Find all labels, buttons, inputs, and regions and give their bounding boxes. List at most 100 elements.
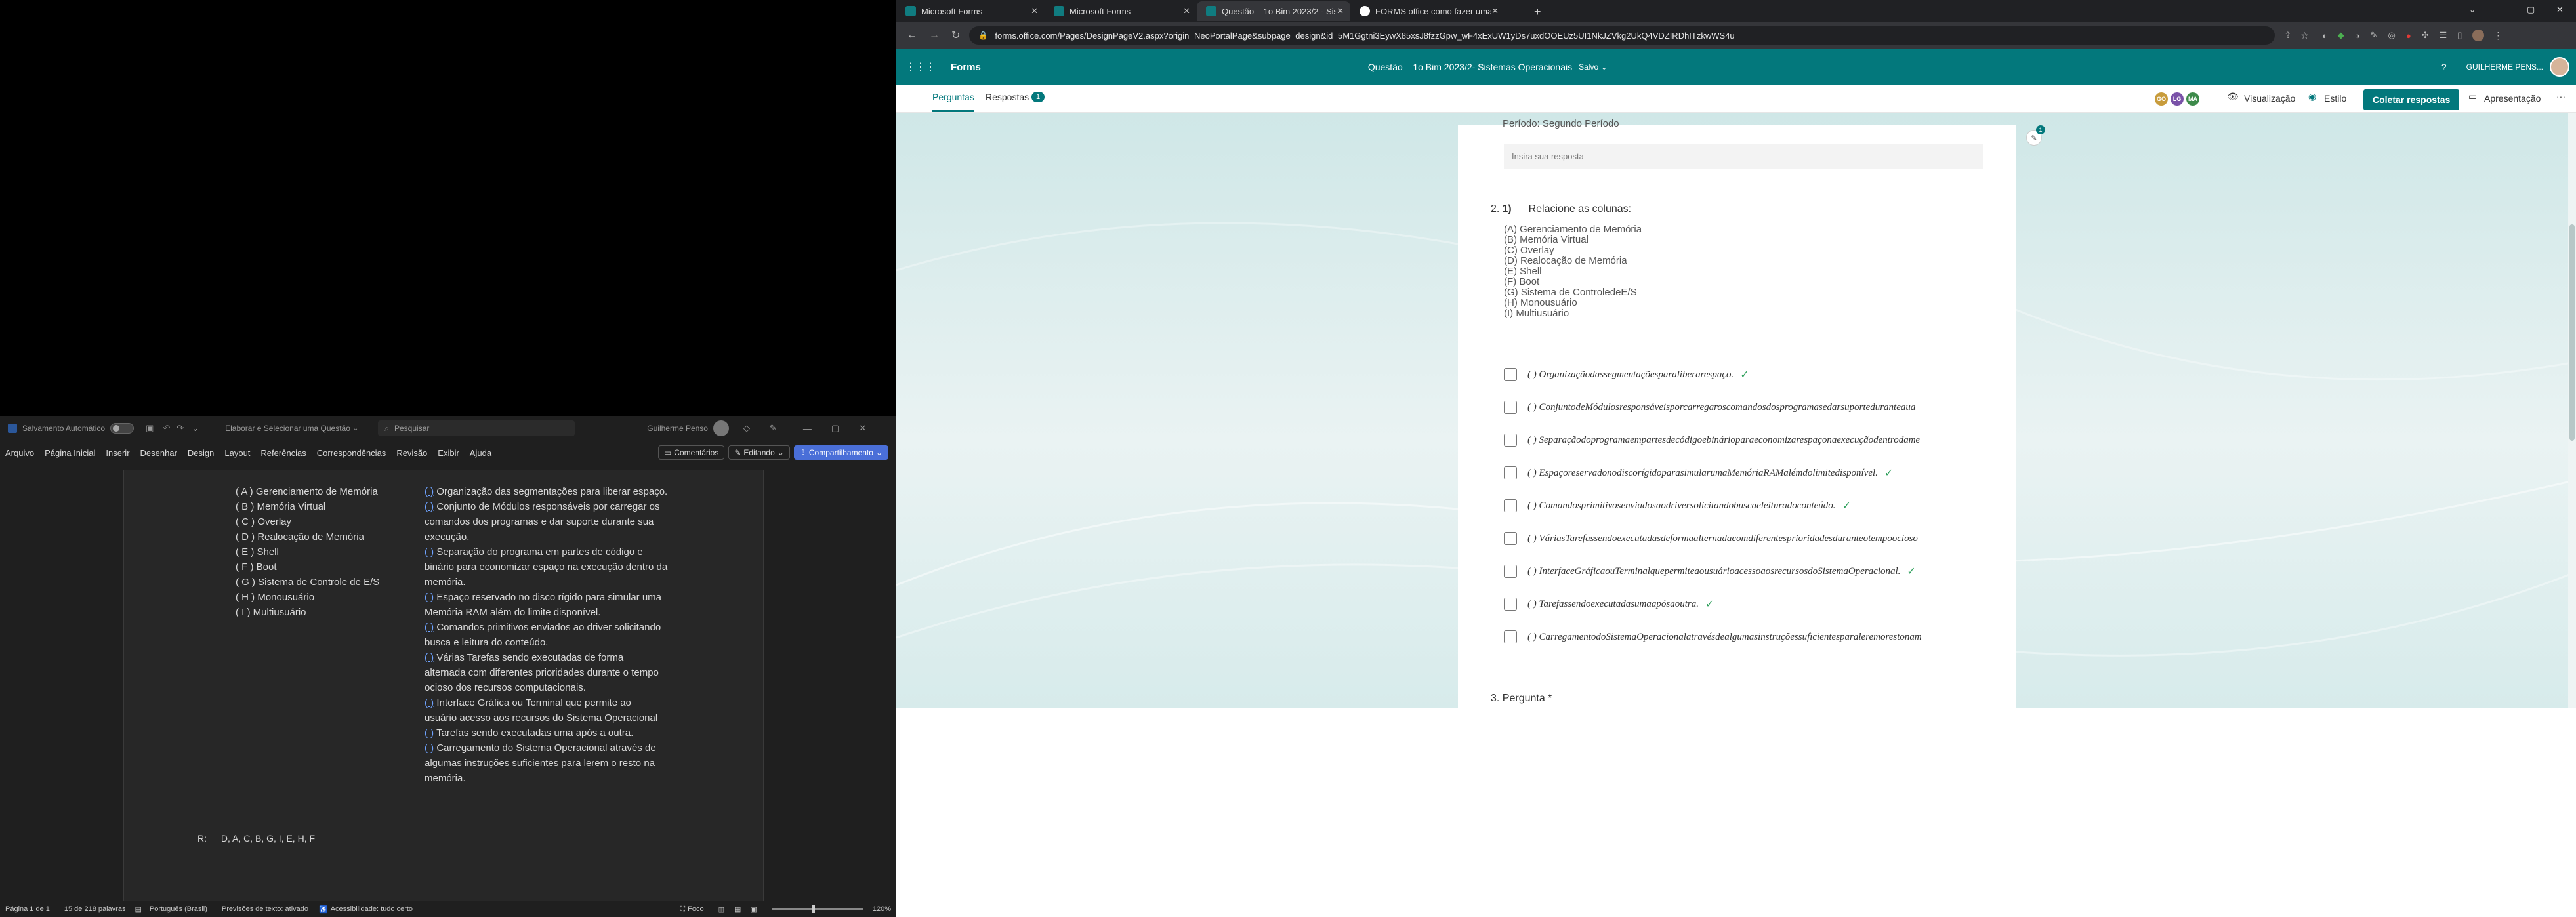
- scrollbar[interactable]: [2568, 113, 2576, 708]
- answer-blank[interactable]: ( ): [425, 652, 434, 663]
- browser-tab[interactable]: Microsoft Forms ✕: [1045, 1, 1197, 21]
- checkbox-option[interactable]: ( ) InterfaceGráficaouTerminalquepermite…: [1504, 561, 2003, 581]
- record-icon[interactable]: ●: [2406, 31, 2411, 41]
- focus-button[interactable]: Foco: [688, 905, 703, 913]
- more-icon[interactable]: ⌄: [192, 423, 199, 434]
- ribbon-tab[interactable]: Revisão: [396, 448, 427, 458]
- more-options-button[interactable]: ···: [2556, 91, 2566, 102]
- text-predictions[interactable]: Previsões de texto: ativado: [222, 905, 308, 913]
- redo-icon[interactable]: ↷: [177, 423, 184, 434]
- puzzle-icon[interactable]: ✣: [2422, 30, 2429, 41]
- url-field[interactable]: 🔒 forms.office.com/Pages/DesignPageV2.as…: [969, 26, 2275, 45]
- zoom-slider[interactable]: [771, 905, 863, 913]
- close-icon[interactable]: ✕: [859, 423, 866, 434]
- maximize-icon[interactable]: ▢: [831, 423, 839, 434]
- extension-icon[interactable]: ◆: [2338, 30, 2344, 41]
- ribbon-tab[interactable]: Design: [188, 448, 214, 458]
- print-layout-icon[interactable]: ▦: [734, 905, 741, 914]
- avatar[interactable]: GO: [2155, 92, 2168, 106]
- ribbon-tab[interactable]: Exibir: [438, 448, 459, 458]
- checkbox-option[interactable]: ( ) Separaçãodoprogramaempartesdecódigoe…: [1504, 430, 2003, 450]
- chevron-down-icon[interactable]: ⌄: [2469, 5, 2476, 14]
- checkbox[interactable]: [1504, 434, 1517, 447]
- checkbox[interactable]: [1504, 532, 1517, 545]
- checkbox[interactable]: [1504, 565, 1517, 578]
- close-tab-icon[interactable]: ✕: [1491, 6, 1499, 16]
- profile-avatar[interactable]: [2472, 30, 2485, 41]
- maximize-icon[interactable]: ▢: [2527, 5, 2535, 15]
- app-name[interactable]: Forms: [951, 62, 981, 73]
- checkbox[interactable]: [1504, 466, 1517, 479]
- comments-button[interactable]: ▭ Comentários: [657, 445, 725, 460]
- forward-icon[interactable]: →: [929, 30, 940, 41]
- avatar[interactable]: MA: [2186, 92, 2199, 106]
- page-count[interactable]: Página 1 de 1: [5, 905, 50, 913]
- ribbon-tab[interactable]: Desenhar: [140, 448, 177, 458]
- diamond-icon[interactable]: ◇: [743, 423, 750, 434]
- checkbox-option[interactable]: ( ) VáriasTarefassendoexecutadasdeformaa…: [1504, 529, 2003, 548]
- close-tab-icon[interactable]: ✕: [1031, 6, 1038, 16]
- list-icon[interactable]: ☰: [2440, 30, 2447, 41]
- checkbox-option[interactable]: ( ) ConjuntodeMódulosresponsáveisporcarr…: [1504, 397, 2003, 417]
- undo-icon[interactable]: ↶: [163, 423, 170, 434]
- extension-icon[interactable]: ◐: [2322, 31, 2327, 41]
- form-title[interactable]: Questão – 1o Bim 2023/2- Sistemas Operac…: [1368, 62, 1572, 72]
- avatar[interactable]: LG: [2171, 92, 2184, 106]
- close-tab-icon[interactable]: ✕: [1337, 6, 1344, 16]
- minimize-icon[interactable]: —: [2495, 5, 2503, 14]
- language[interactable]: Português (Brasil): [150, 905, 207, 913]
- checkbox[interactable]: [1504, 630, 1517, 643]
- style-button[interactable]: Estilo: [2324, 93, 2346, 104]
- checkbox-option[interactable]: ( ) CarregamentodoSistemaOperacionalatra…: [1504, 627, 2003, 647]
- checkbox-option[interactable]: ( ) Espaçoreservadonodiscorígidoparasimu…: [1504, 463, 2003, 483]
- menu-icon[interactable]: ⋮: [2493, 30, 2503, 41]
- extension-icon[interactable]: ◑: [2355, 31, 2360, 41]
- editing-button[interactable]: ✎ Editando ⌄: [728, 445, 790, 460]
- word-count[interactable]: 15 de 218 palavras: [64, 905, 126, 913]
- previous-answer-input[interactable]: Insira sua resposta: [1504, 144, 1983, 169]
- star-icon[interactable]: ☆: [2300, 30, 2309, 41]
- document-name[interactable]: Elaborar e Selecionar uma Questão: [225, 424, 350, 433]
- collect-responses-button[interactable]: Coletar respostas: [2363, 89, 2460, 110]
- answer-blank[interactable]: ( ): [425, 697, 434, 708]
- answer-blank[interactable]: ( ): [425, 622, 434, 633]
- question-heading[interactable]: 2. 1) Relacione as colunas:: [1491, 203, 1631, 215]
- extension-icon[interactable]: ◎: [2388, 30, 2396, 41]
- floating-comment-badge[interactable]: ✎ 1: [2026, 125, 2045, 146]
- preview-button[interactable]: Visualização: [2244, 93, 2295, 104]
- browser-tab[interactable]: FORMS office como fazer uma re ✕: [1350, 1, 1505, 21]
- checkbox[interactable]: [1504, 401, 1517, 414]
- accessibility-status[interactable]: Acessibilidade: tudo certo: [331, 905, 413, 913]
- share-button[interactable]: ⇪ Compartilhamento ⌄: [793, 445, 888, 460]
- checkbox-option[interactable]: ( ) Comandosprimitivosenviadosaodriverso…: [1504, 496, 2003, 516]
- ribbon-tab[interactable]: Inserir: [106, 448, 129, 458]
- ribbon-tab[interactable]: Página Inicial: [45, 448, 95, 458]
- share-icon[interactable]: ⇪: [2284, 30, 2291, 41]
- search-box[interactable]: ⌕ Pesquisar: [378, 420, 575, 436]
- ribbon-tab[interactable]: Layout: [224, 448, 250, 458]
- close-icon[interactable]: ✕: [2556, 5, 2564, 15]
- answer-blank[interactable]: ( ): [425, 743, 434, 754]
- tab-questions[interactable]: Perguntas: [932, 92, 974, 102]
- present-button[interactable]: Apresentação: [2484, 93, 2541, 104]
- checkbox[interactable]: [1504, 499, 1517, 512]
- minimize-icon[interactable]: —: [803, 424, 812, 434]
- scrollbar-thumb[interactable]: [2569, 224, 2575, 441]
- proofing-icon[interactable]: ▤: [135, 905, 141, 914]
- answer-blank[interactable]: ( ): [425, 727, 434, 739]
- tab-responses[interactable]: Respostas: [986, 92, 1029, 102]
- ribbon-tab[interactable]: Correspondências: [317, 448, 386, 458]
- web-layout-icon[interactable]: ▣: [750, 905, 757, 914]
- checkbox[interactable]: [1504, 368, 1517, 381]
- avatar[interactable]: [2550, 57, 2569, 77]
- user-name[interactable]: GUILHERME PENS...: [2466, 62, 2543, 71]
- browser-tab[interactable]: Questão – 1o Bim 2023/2 - Sistem✕: [1197, 1, 1350, 21]
- chevron-down-icon[interactable]: ⌄: [1601, 63, 1607, 71]
- zoom-level[interactable]: 120%: [873, 905, 891, 913]
- next-question-title[interactable]: 3. Pergunta *: [1491, 693, 1552, 704]
- reload-icon[interactable]: ↻: [951, 29, 960, 42]
- read-mode-icon[interactable]: ▥: [718, 905, 725, 914]
- checkbox-option[interactable]: ( ) Tarefassendoexecutadasumaapósaoutra.…: [1504, 594, 2003, 614]
- help-icon[interactable]: ?: [2441, 62, 2447, 72]
- pen-icon[interactable]: ✎: [2371, 30, 2378, 41]
